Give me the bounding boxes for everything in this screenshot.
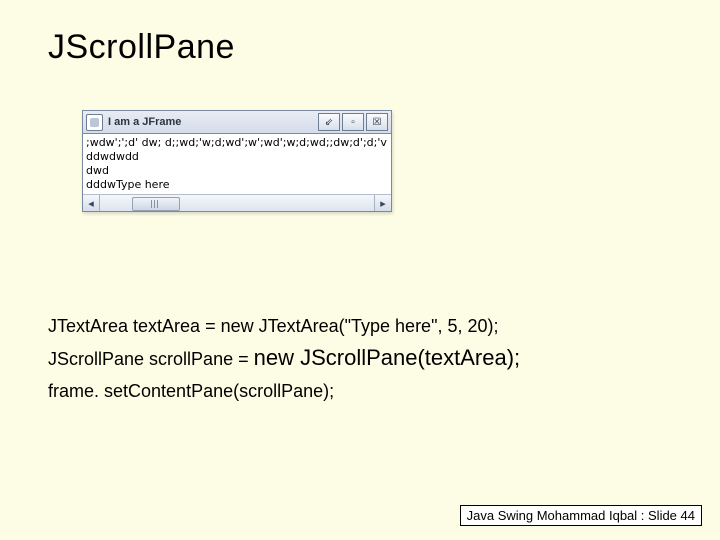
close-button[interactable]: ☒: [366, 113, 388, 131]
code-line: JScrollPane scrollPane = new JScrollPane…: [48, 342, 672, 375]
horizontal-scrollbar[interactable]: ◂ ▸: [83, 194, 391, 211]
page-title: JScrollPane: [48, 28, 235, 67]
scroll-left-button[interactable]: ◂: [83, 195, 100, 211]
code-line: frame. setContentPane(scrollPane);: [48, 375, 672, 407]
java-icon: [86, 114, 103, 131]
scroll-right-button[interactable]: ▸: [374, 195, 391, 211]
titlebar: I am a JFrame ⇙ ▫ ☒: [83, 111, 391, 134]
scroll-thumb[interactable]: [132, 197, 180, 211]
slide-footer: Java Swing Mohammad Iqbal : Slide 44: [460, 505, 702, 526]
jframe-window: I am a JFrame ⇙ ▫ ☒ ;wdw';';d' dw; d;;wd…: [82, 110, 392, 212]
text-line: dddwType here: [86, 178, 388, 192]
text-line: dwd: [86, 164, 388, 178]
minimize-button[interactable]: ⇙: [318, 113, 340, 131]
code-block: JTextArea textArea = new JTextArea("Type…: [48, 310, 672, 407]
text-line: ddwdwdd: [86, 150, 388, 164]
window-title: I am a JFrame: [108, 116, 181, 128]
maximize-button[interactable]: ▫: [342, 113, 364, 131]
text-line: ;wdw';';d' dw; d;;wd;'w;d;wd';w';wd';w;d…: [86, 136, 388, 150]
code-line: JTextArea textArea = new JTextArea("Type…: [48, 310, 672, 342]
text-area[interactable]: ;wdw';';d' dw; d;;wd;'w;d;wd';w';wd';w;d…: [83, 134, 391, 194]
scroll-track[interactable]: [100, 195, 374, 211]
